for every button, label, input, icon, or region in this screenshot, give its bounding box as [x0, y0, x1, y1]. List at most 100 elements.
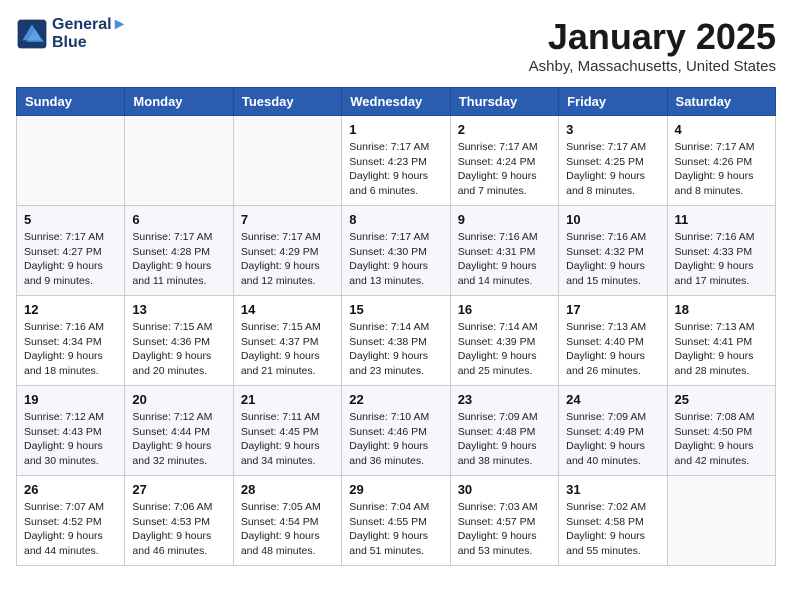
day-info: Sunrise: 7:03 AMSunset: 4:57 PMDaylight:…: [458, 500, 551, 559]
calendar-day-28: 28 Sunrise: 7:05 AMSunset: 4:54 PMDayligh…: [233, 476, 341, 566]
logo: General► Blue: [16, 16, 127, 52]
calendar-day-9: 9 Sunrise: 7:16 AMSunset: 4:31 PMDaylight…: [450, 206, 558, 296]
day-number: 18: [675, 302, 768, 317]
calendar-week-row: 19 Sunrise: 7:12 AMSunset: 4:43 PMDayligh…: [17, 386, 776, 476]
day-number: 19: [24, 392, 117, 407]
day-number: 12: [24, 302, 117, 317]
calendar-day-24: 24 Sunrise: 7:09 AMSunset: 4:49 PMDayligh…: [559, 386, 667, 476]
day-info: Sunrise: 7:02 AMSunset: 4:58 PMDaylight:…: [566, 500, 659, 559]
day-info: Sunrise: 7:04 AMSunset: 4:55 PMDaylight:…: [349, 500, 442, 559]
title-block: January 2025 Ashby, Massachusetts, Unite…: [529, 16, 776, 75]
calendar-day-16: 16Sunrise: 7:14 AMSunset: 4:39 PMDayligh…: [450, 296, 558, 386]
calendar-day-6: 6 Sunrise: 7:17 AMSunset: 4:28 PMDaylight…: [125, 206, 233, 296]
calendar-day-8: 8Sunrise: 7:17 AMSunset: 4:30 PMDaylight…: [342, 206, 450, 296]
day-number: 25: [675, 392, 768, 407]
day-info: Sunrise: 7:17 AMSunset: 4:24 PMDaylight:…: [458, 140, 551, 199]
day-number: 5: [24, 212, 117, 227]
day-info: Sunrise: 7:14 AMSunset: 4:38 PMDaylight:…: [349, 320, 442, 379]
calendar-day-10: 10 Sunrise: 7:16 AMSunset: 4:32 PMDayligh…: [559, 206, 667, 296]
calendar-week-row: 12 Sunrise: 7:16 AMSunset: 4:34 PMDayligh…: [17, 296, 776, 386]
day-info: Sunrise: 7:10 AMSunset: 4:46 PMDaylight:…: [349, 410, 442, 469]
calendar-day-1: 1 Sunrise: 7:17 AMSunset: 4:23 PMDaylight…: [342, 116, 450, 206]
day-number: 15: [349, 302, 442, 317]
day-info: Sunrise: 7:11 AMSunset: 4:45 PMDaylight:…: [241, 410, 334, 469]
day-number: 20: [132, 392, 225, 407]
calendar-day-11: 11Sunrise: 7:16 AMSunset: 4:33 PMDayligh…: [667, 206, 775, 296]
calendar-empty-cell: [17, 116, 125, 206]
weekday-header-friday: Friday: [559, 88, 667, 116]
weekday-header-wednesday: Wednesday: [342, 88, 450, 116]
day-number: 28: [241, 482, 334, 497]
day-info: Sunrise: 7:17 AMSunset: 4:23 PMDaylight:…: [349, 140, 442, 199]
calendar-day-30: 30 Sunrise: 7:03 AMSunset: 4:57 PMDayligh…: [450, 476, 558, 566]
day-number: 17: [566, 302, 659, 317]
calendar-day-15: 15 Sunrise: 7:14 AMSunset: 4:38 PMDayligh…: [342, 296, 450, 386]
weekday-header-saturday: Saturday: [667, 88, 775, 116]
calendar-empty-cell: [233, 116, 341, 206]
day-info: Sunrise: 7:07 AMSunset: 4:52 PMDaylight:…: [24, 500, 117, 559]
day-number: 7: [241, 212, 334, 227]
day-info: Sunrise: 7:13 AMSunset: 4:41 PMDaylight:…: [675, 320, 768, 379]
weekday-header-tuesday: Tuesday: [233, 88, 341, 116]
calendar-day-25: 25 Sunrise: 7:08 AMSunset: 4:50 PMDayligh…: [667, 386, 775, 476]
day-info: Sunrise: 7:16 AMSunset: 4:32 PMDaylight:…: [566, 230, 659, 289]
calendar-week-row: 26 Sunrise: 7:07 AMSunset: 4:52 PMDayligh…: [17, 476, 776, 566]
day-info: Sunrise: 7:05 AMSunset: 4:54 PMDaylight:…: [241, 500, 334, 559]
day-info: Sunrise: 7:17 AMSunset: 4:25 PMDaylight:…: [566, 140, 659, 199]
weekday-header-sunday: Sunday: [17, 88, 125, 116]
day-number: 1: [349, 122, 442, 137]
day-number: 11: [675, 212, 768, 227]
day-info: Sunrise: 7:08 AMSunset: 4:50 PMDaylight:…: [675, 410, 768, 469]
calendar-day-7: 7 Sunrise: 7:17 AMSunset: 4:29 PMDaylight…: [233, 206, 341, 296]
calendar-day-31: 31Sunrise: 7:02 AMSunset: 4:58 PMDayligh…: [559, 476, 667, 566]
calendar-day-13: 13Sunrise: 7:15 AMSunset: 4:36 PMDayligh…: [125, 296, 233, 386]
day-info: Sunrise: 7:14 AMSunset: 4:39 PMDaylight:…: [458, 320, 551, 379]
calendar-day-26: 26 Sunrise: 7:07 AMSunset: 4:52 PMDayligh…: [17, 476, 125, 566]
calendar-day-3: 3 Sunrise: 7:17 AMSunset: 4:25 PMDaylight…: [559, 116, 667, 206]
calendar-day-27: 27Sunrise: 7:06 AMSunset: 4:53 PMDayligh…: [125, 476, 233, 566]
day-info: Sunrise: 7:13 AMSunset: 4:40 PMDaylight:…: [566, 320, 659, 379]
logo-text: General► Blue: [52, 16, 127, 52]
calendar-day-20: 20 Sunrise: 7:12 AMSunset: 4:44 PMDayligh…: [125, 386, 233, 476]
day-number: 30: [458, 482, 551, 497]
day-info: Sunrise: 7:12 AMSunset: 4:43 PMDaylight:…: [24, 410, 117, 469]
day-info: Sunrise: 7:16 AMSunset: 4:31 PMDaylight:…: [458, 230, 551, 289]
logo-icon: [16, 18, 48, 50]
day-info: Sunrise: 7:06 AMSunset: 4:53 PMDaylight:…: [132, 500, 225, 559]
day-number: 29: [349, 482, 442, 497]
calendar-day-12: 12 Sunrise: 7:16 AMSunset: 4:34 PMDayligh…: [17, 296, 125, 386]
day-number: 14: [241, 302, 334, 317]
day-info: Sunrise: 7:17 AMSunset: 4:30 PMDaylight:…: [349, 230, 442, 289]
day-number: 6: [132, 212, 225, 227]
location: Ashby, Massachusetts, United States: [529, 58, 776, 75]
calendar-day-22: 22 Sunrise: 7:10 AMSunset: 4:46 PMDayligh…: [342, 386, 450, 476]
day-number: 10: [566, 212, 659, 227]
calendar-day-17: 17 Sunrise: 7:13 AMSunset: 4:40 PMDayligh…: [559, 296, 667, 386]
day-number: 26: [24, 482, 117, 497]
day-number: 3: [566, 122, 659, 137]
day-info: Sunrise: 7:17 AMSunset: 4:28 PMDaylight:…: [132, 230, 225, 289]
calendar-day-4: 4Sunrise: 7:17 AMSunset: 4:26 PMDaylight…: [667, 116, 775, 206]
day-info: Sunrise: 7:17 AMSunset: 4:29 PMDaylight:…: [241, 230, 334, 289]
day-number: 22: [349, 392, 442, 407]
weekday-header-monday: Monday: [125, 88, 233, 116]
day-info: Sunrise: 7:12 AMSunset: 4:44 PMDaylight:…: [132, 410, 225, 469]
calendar-day-2: 2 Sunrise: 7:17 AMSunset: 4:24 PMDaylight…: [450, 116, 558, 206]
day-info: Sunrise: 7:17 AMSunset: 4:27 PMDaylight:…: [24, 230, 117, 289]
day-number: 24: [566, 392, 659, 407]
calendar-day-18: 18 Sunrise: 7:13 AMSunset: 4:41 PMDayligh…: [667, 296, 775, 386]
calendar-day-21: 21Sunrise: 7:11 AMSunset: 4:45 PMDayligh…: [233, 386, 341, 476]
weekday-header-thursday: Thursday: [450, 88, 558, 116]
day-number: 13: [132, 302, 225, 317]
day-info: Sunrise: 7:09 AMSunset: 4:49 PMDaylight:…: [566, 410, 659, 469]
day-number: 9: [458, 212, 551, 227]
day-number: 4: [675, 122, 768, 137]
calendar-week-row: 5 Sunrise: 7:17 AMSunset: 4:27 PMDaylight…: [17, 206, 776, 296]
day-info: Sunrise: 7:09 AMSunset: 4:48 PMDaylight:…: [458, 410, 551, 469]
calendar-week-row: 1 Sunrise: 7:17 AMSunset: 4:23 PMDaylight…: [17, 116, 776, 206]
day-number: 2: [458, 122, 551, 137]
calendar-empty-cell: [667, 476, 775, 566]
calendar-empty-cell: [125, 116, 233, 206]
day-info: Sunrise: 7:16 AMSunset: 4:34 PMDaylight:…: [24, 320, 117, 379]
month-title: January 2025: [529, 16, 776, 58]
